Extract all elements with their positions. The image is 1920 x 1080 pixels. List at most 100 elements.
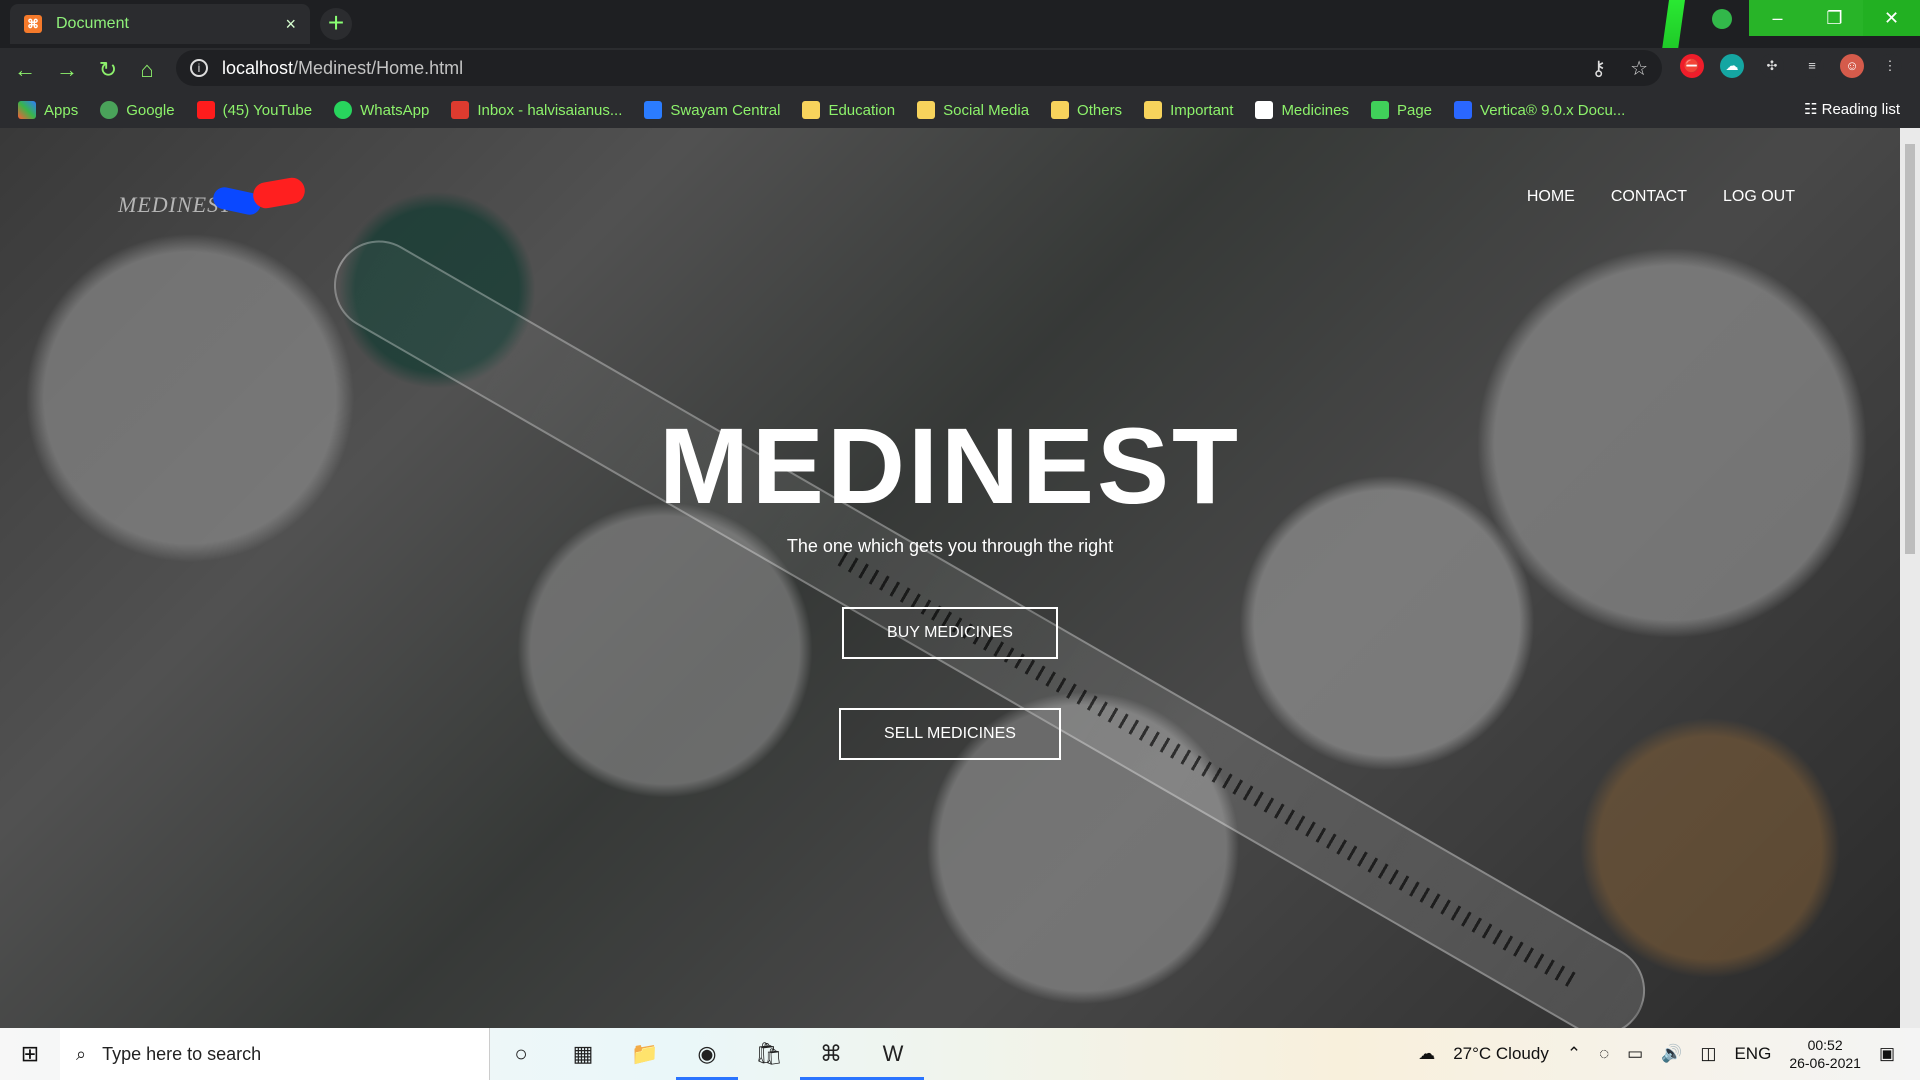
info-icon[interactable]: i <box>190 59 208 77</box>
bookmark-label: (45) YouTube <box>222 101 313 119</box>
bookmark-label: Swayam Central <box>670 101 781 119</box>
browser-title-bar: ⌘ Document × + – ❐ ✕ <box>0 0 1920 48</box>
bookmark-swayam[interactable]: Swayam Central <box>644 101 780 119</box>
apps-icon <box>18 101 36 119</box>
browser-tab[interactable]: ⌘ Document × <box>10 4 310 44</box>
windows-start-icon[interactable]: ⊞ <box>0 1041 60 1067</box>
folder-icon <box>802 101 821 119</box>
bookmark-youtube[interactable]: (45) YouTube <box>196 101 313 119</box>
star-icon[interactable]: ☆ <box>1630 56 1648 81</box>
language-indicator[interactable]: ENG <box>1734 1044 1771 1064</box>
word-icon[interactable]: W <box>862 1028 924 1080</box>
extensions-icon[interactable]: ✣ <box>1760 54 1784 78</box>
bookmarks-bar: Apps Google (45) YouTube WhatsApp Inbox … <box>0 92 1920 128</box>
download-icon[interactable] <box>1712 9 1732 29</box>
bookmark-folder-others[interactable]: Others <box>1051 101 1122 119</box>
vertica-icon <box>1454 101 1473 119</box>
bookmark-label: Education <box>828 101 896 119</box>
system-tray: ☁ 27°C Cloudy ⌃ ◌ ▭ 🔊 ◫ ENG 00:52 26-06-2… <box>1418 1036 1920 1072</box>
weather-label[interactable]: 27°C Cloudy <box>1453 1044 1549 1064</box>
search-icon: ⌕ <box>76 1043 87 1064</box>
address-bar-actions: ⚷ ☆ <box>1591 56 1648 81</box>
browser-menu-icon[interactable]: ⋮ <box>1878 54 1902 78</box>
key-icon[interactable]: ⚷ <box>1591 56 1606 81</box>
google-icon <box>100 101 119 119</box>
bookmark-label: Apps <box>44 101 79 119</box>
clock-time: 00:52 <box>1807 1037 1843 1053</box>
bookmark-label: Vertica® 9.0.x Docu... <box>1480 101 1626 119</box>
xampp-icon: ⌘ <box>24 15 42 33</box>
folder-icon <box>1051 101 1070 119</box>
bookmark-gmail[interactable]: Inbox - halvisaianus... <box>451 101 622 119</box>
back-icon[interactable]: ← <box>12 57 38 83</box>
xampp-icon[interactable]: ⌘ <box>800 1028 862 1080</box>
buy-medicines-button[interactable]: BUY MEDICINES <box>842 607 1058 659</box>
cortana-icon[interactable]: ○ <box>490 1028 552 1080</box>
bookmark-label: Page <box>1396 101 1433 119</box>
taskbar-search-box[interactable]: ⌕ Type here to search <box>60 1028 490 1080</box>
bookmark-medicines[interactable]: Medicines <box>1255 101 1349 119</box>
bookmark-google[interactable]: Google <box>100 101 175 119</box>
bookmark-label: Google <box>126 101 175 119</box>
reading-list-button[interactable]: ☷ Reading list <box>1804 92 1900 128</box>
bookmark-folder-social-media[interactable]: Social Media <box>917 101 1029 119</box>
sell-medicines-button[interactable]: SELL MEDICINES <box>839 708 1061 760</box>
close-icon[interactable]: × <box>285 14 296 35</box>
store-icon[interactable]: 🛍 <box>738 1028 800 1080</box>
forward-icon[interactable]: → <box>54 57 80 83</box>
chat-extension-icon[interactable]: ☁ <box>1720 54 1744 78</box>
youtube-icon <box>196 101 215 119</box>
bookmark-page[interactable]: Page <box>1370 101 1433 119</box>
bookmark-vertica[interactable]: Vertica® 9.0.x Docu... <box>1454 101 1625 119</box>
abp-extension-icon[interactable]: ⛔ <box>1680 54 1704 78</box>
battery-icon[interactable]: ▭ <box>1627 1044 1643 1064</box>
bookmark-label: Important <box>1170 101 1234 119</box>
file-explorer-icon[interactable]: 📁 <box>614 1028 676 1080</box>
url-path: /Medinest/Home.html <box>293 57 464 78</box>
scrollbar-thumb[interactable] <box>1905 144 1915 554</box>
image-icon <box>1255 101 1274 119</box>
close-window-button[interactable]: ✕ <box>1863 0 1920 36</box>
clock[interactable]: 00:52 26-06-2021 <box>1789 1036 1861 1072</box>
home-icon[interactable]: ⌂ <box>134 57 160 83</box>
task-view-icon[interactable]: ▦ <box>552 1028 614 1080</box>
tab-title: Document <box>56 15 129 32</box>
weather-icon[interactable]: ☁ <box>1418 1044 1435 1064</box>
media-controls-icon[interactable]: ≡ <box>1800 54 1824 78</box>
folder-icon <box>1144 101 1163 119</box>
bookmark-label: Medicines <box>1281 101 1349 119</box>
hero-subtitle: The one which gets you through the right <box>786 536 1114 556</box>
reading-list-label: Reading list <box>1821 101 1900 118</box>
swayam-icon <box>644 101 663 119</box>
volume-icon[interactable]: 🔊 <box>1661 1044 1682 1064</box>
hero-section: MEDINEST The one which gets you through … <box>0 128 1900 1028</box>
minimize-button[interactable]: – <box>1749 0 1806 36</box>
reload-icon[interactable]: ↻ <box>95 57 121 83</box>
search-placeholder: Type here to search <box>102 1043 262 1064</box>
whatsapp-icon <box>334 101 353 119</box>
hero-title: MEDINEST <box>658 405 1242 526</box>
url-host: localhost <box>222 57 294 78</box>
notification-icon[interactable]: ▣ <box>1879 1044 1895 1064</box>
bookmark-whatsapp[interactable]: WhatsApp <box>334 101 429 119</box>
clock-date: 26-06-2021 <box>1789 1055 1861 1071</box>
bookmark-label: Inbox - halvisaianus... <box>477 101 623 119</box>
restore-button[interactable]: ❐ <box>1806 0 1863 36</box>
camera-icon[interactable]: ◫ <box>1700 1044 1716 1064</box>
bookmark-label: Others <box>1077 101 1123 119</box>
chrome-icon[interactable]: ◉ <box>676 1028 738 1080</box>
wix-icon <box>1370 101 1389 119</box>
reading-list-icon: ☷ <box>1803 101 1822 118</box>
bookmark-folder-important[interactable]: Important <box>1144 101 1233 119</box>
wifi-icon[interactable]: ◌ <box>1599 1044 1609 1064</box>
gmail-icon <box>451 101 470 119</box>
new-tab-button[interactable]: + <box>320 8 352 40</box>
address-bar[interactable]: i localhost /Medinest/Home.html ⚷ ☆ <box>176 50 1662 86</box>
bookmark-label: Social Media <box>943 101 1030 119</box>
bookmark-folder-education[interactable]: Education <box>802 101 895 119</box>
windows-taskbar: ⊞ ⌕ Type here to search ○ ▦ 📁 ◉ 🛍 ⌘ W ☁ … <box>0 1028 1920 1080</box>
bookmark-apps[interactable]: Apps <box>18 101 78 119</box>
vertical-scrollbar[interactable] <box>1900 128 1920 1028</box>
profile-avatar[interactable]: ☺ <box>1840 54 1864 78</box>
chevron-up-icon[interactable]: ⌃ <box>1567 1044 1581 1064</box>
